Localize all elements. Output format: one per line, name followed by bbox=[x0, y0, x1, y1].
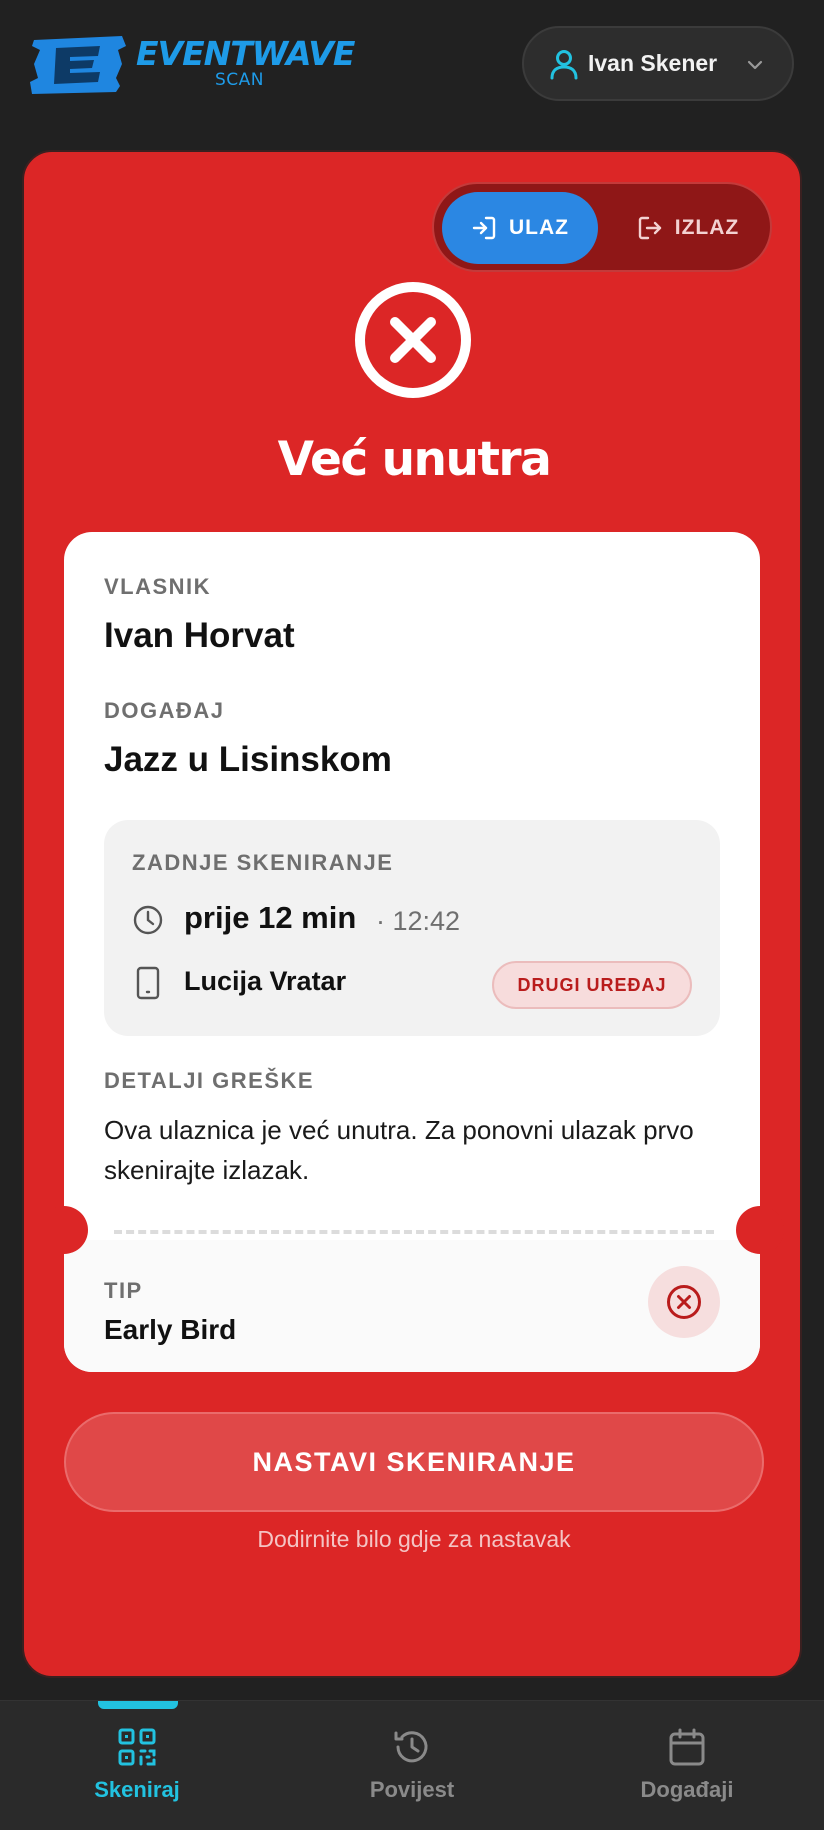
error-details-text: Ova ulaznica je već unutra. Za ponovni u… bbox=[104, 1115, 694, 1185]
last-scan-time: · 12:42 bbox=[376, 906, 461, 936]
last-scan-ago: prije 12 min bbox=[184, 900, 357, 935]
nav-scan[interactable]: Skeniraj bbox=[0, 1701, 274, 1830]
event-value: Jazz u Lisinskom bbox=[104, 740, 392, 779]
other-device-badge: DRUGI UREĐAJ bbox=[492, 961, 692, 1009]
ticket-type-status bbox=[648, 1266, 720, 1338]
user-icon bbox=[550, 50, 578, 80]
nav-events[interactable]: Događaji bbox=[550, 1701, 824, 1830]
calendar-icon bbox=[669, 1728, 705, 1766]
nav-history-label: Povijest bbox=[369, 1777, 455, 1802]
qr-code-icon bbox=[118, 1728, 156, 1766]
entry-exit-toggle: ULAZ IZLAZ bbox=[432, 182, 772, 272]
ticket-notch-right bbox=[736, 1206, 784, 1254]
logo-text: EVENTWAVE bbox=[136, 34, 355, 73]
ticket-details: VLASNIK Ivan Horvat DOGAĐAJ Jazz u Lisin… bbox=[40, 532, 784, 1372]
user-menu-button[interactable]: Ivan Skener bbox=[522, 26, 794, 101]
continue-scanning-button[interactable]: NASTAVI SKENIRANJE bbox=[64, 1412, 764, 1512]
logout-icon bbox=[638, 216, 661, 240]
scan-result-card[interactable]: ULAZ IZLAZ Već unutra VLASNIK Ivan Horva… bbox=[22, 150, 802, 1678]
clock-icon bbox=[133, 905, 163, 935]
nav-history[interactable]: Povijest bbox=[275, 1701, 549, 1830]
entry-toggle-label: ULAZ bbox=[509, 216, 569, 239]
chevron-down-icon bbox=[747, 60, 763, 70]
app-logo: EVENTWAVE SCAN bbox=[30, 34, 355, 94]
logo-subtext: SCAN bbox=[215, 70, 265, 90]
last-scan-device: Lucija Vratar bbox=[184, 966, 347, 996]
history-icon bbox=[394, 1731, 428, 1763]
exit-toggle-label: IZLAZ bbox=[674, 216, 740, 239]
error-details-label: DETALJI GREŠKE bbox=[104, 1068, 315, 1093]
ticket-perforation bbox=[114, 1230, 714, 1234]
eventwave-logo-icon bbox=[30, 36, 126, 94]
nav-scan-label: Skeniraj bbox=[94, 1777, 180, 1802]
error-x-circle-icon bbox=[355, 282, 471, 398]
bottom-navigation: Skeniraj Povijest Događaji bbox=[0, 1700, 824, 1830]
tap-anywhere-hint: Dodirnite bilo gdje za nastavak bbox=[257, 1526, 571, 1552]
active-tab-indicator bbox=[98, 1701, 178, 1709]
x-circle-icon bbox=[667, 1285, 701, 1319]
app-header: EVENTWAVE SCAN Ivan Skener bbox=[0, 0, 824, 130]
type-value: Early Bird bbox=[104, 1314, 237, 1345]
nav-events-label: Događaji bbox=[640, 1777, 734, 1802]
login-icon bbox=[472, 216, 496, 240]
user-name: Ivan Skener bbox=[588, 50, 718, 76]
ticket-notch-left bbox=[40, 1206, 88, 1254]
last-scan-box: ZADNJE SKENIRANJE prije 12 min · 12:42 L… bbox=[104, 820, 720, 1036]
event-label: DOGAĐAJ bbox=[104, 698, 225, 723]
owner-value: Ivan Horvat bbox=[104, 616, 295, 655]
owner-label: VLASNIK bbox=[104, 574, 212, 599]
last-scan-label: ZADNJE SKENIRANJE bbox=[132, 850, 394, 875]
type-label: TIP bbox=[104, 1278, 143, 1303]
entry-toggle-button[interactable]: ULAZ bbox=[442, 192, 598, 264]
exit-toggle-button[interactable]: IZLAZ bbox=[610, 192, 766, 264]
phone-device-icon bbox=[136, 966, 160, 1000]
status-title: Već unutra bbox=[277, 432, 552, 487]
